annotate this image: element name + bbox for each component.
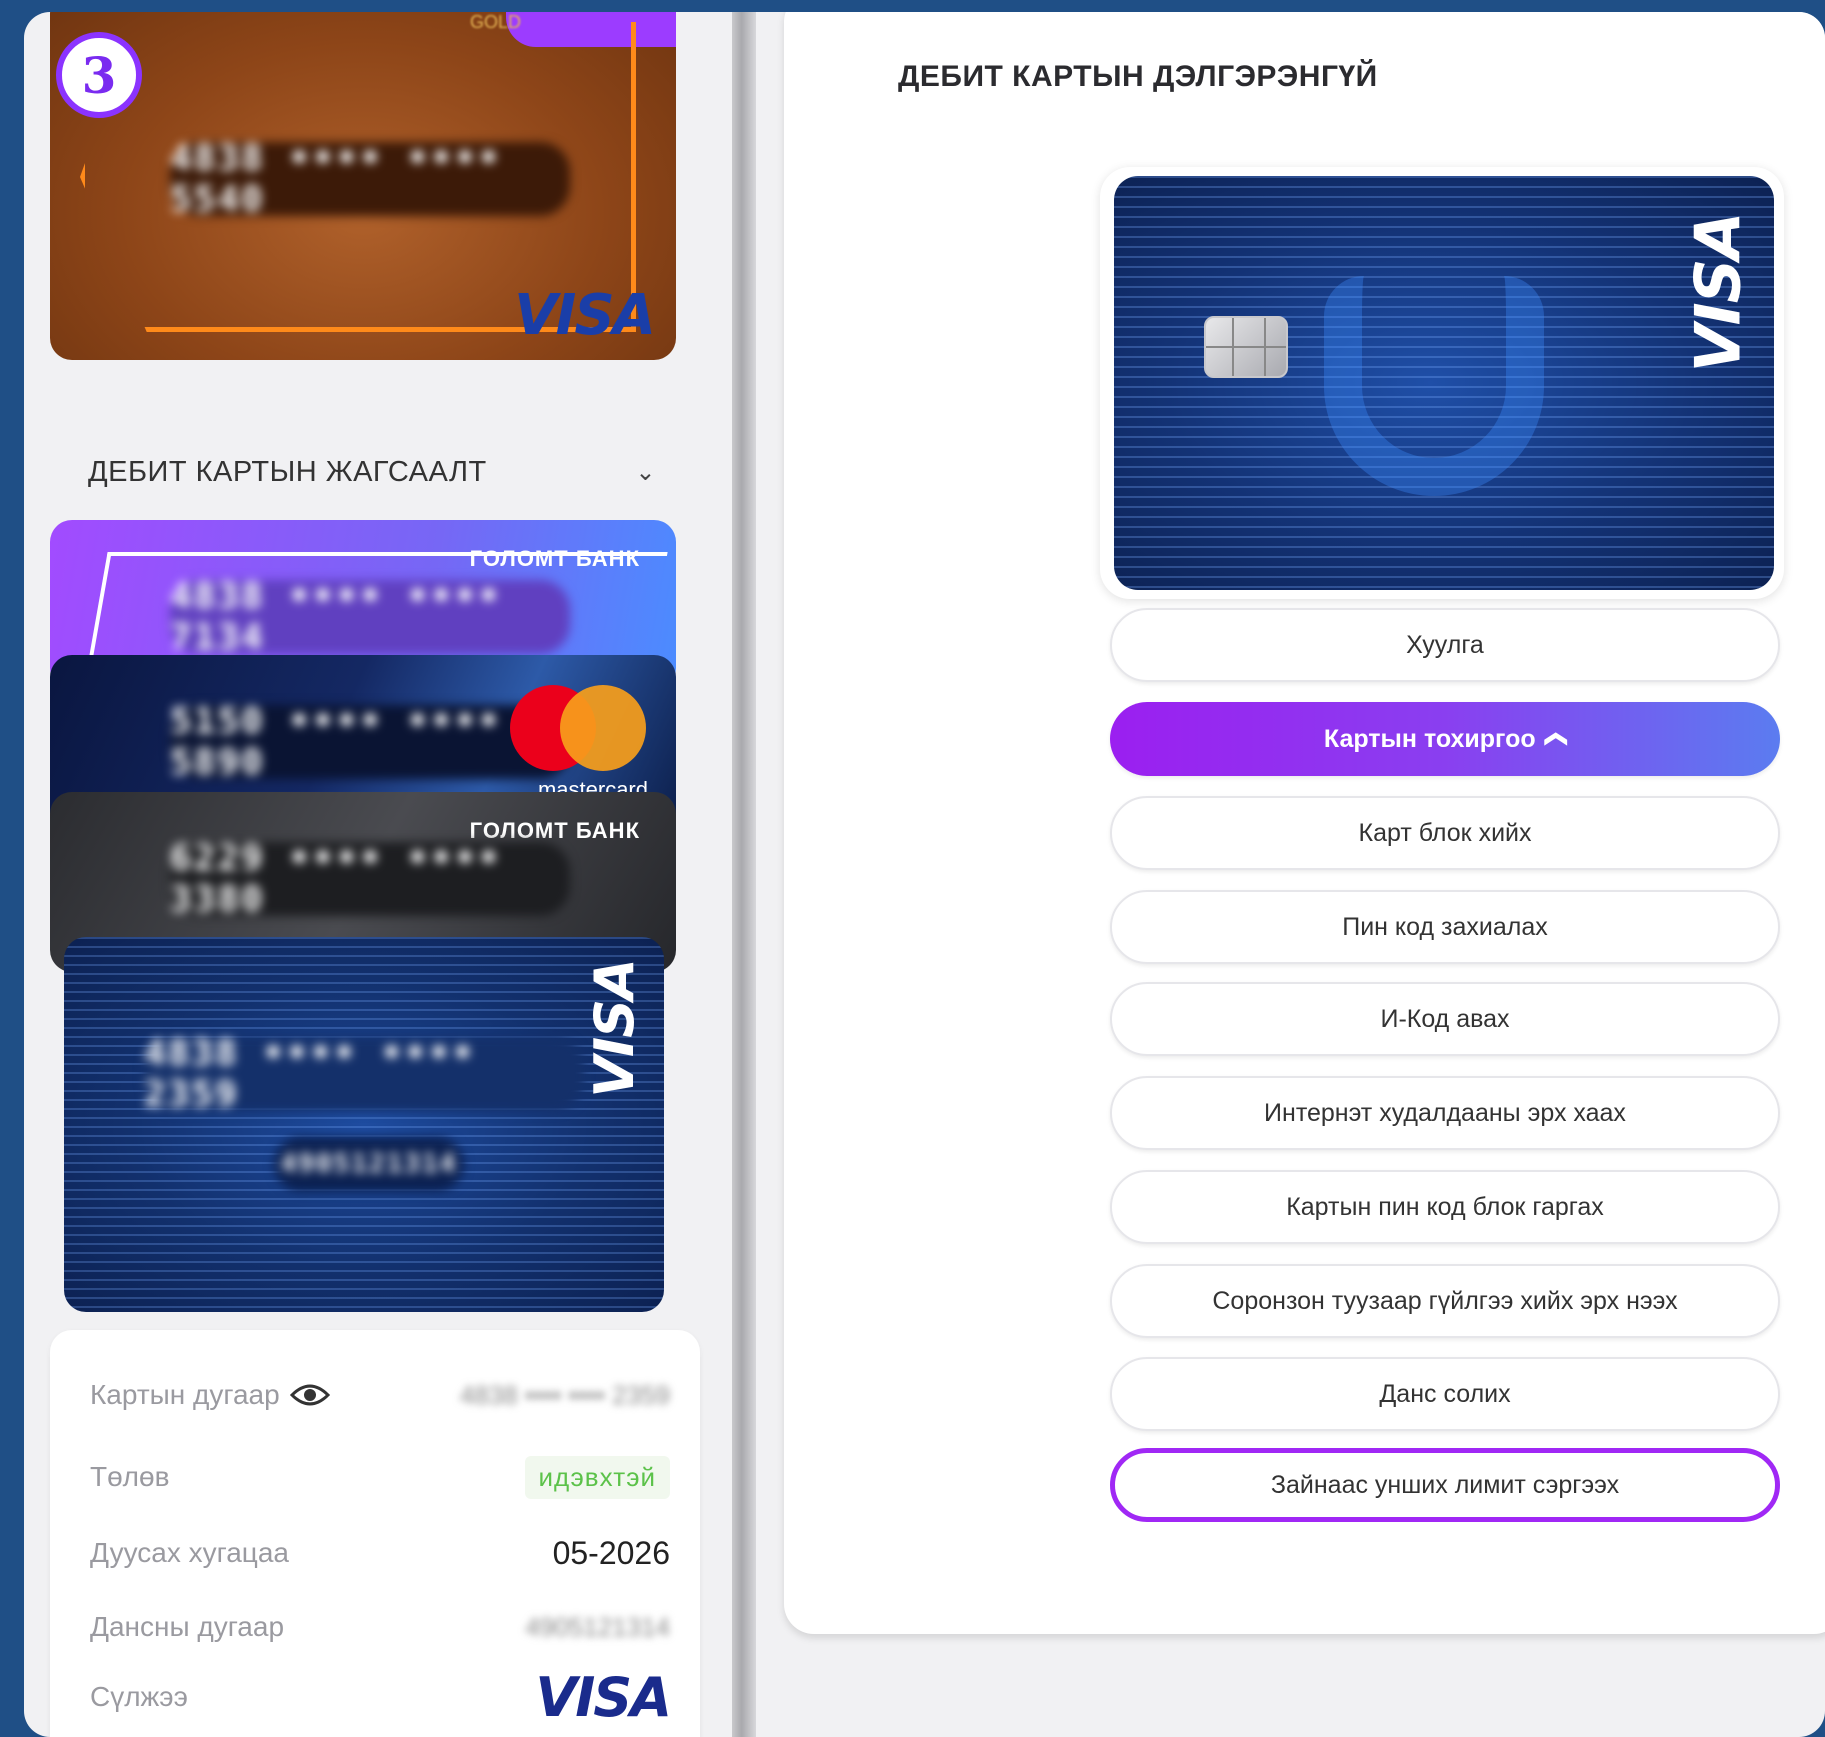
card-preview: VISA [1114,176,1774,590]
expiry-value: 05-2026 [552,1534,670,1571]
account-label: Дансны дугаар [90,1611,285,1642]
status-badge: идэвхтэй [524,1455,670,1499]
card-number: 6229 •••• •••• 3380 [170,838,570,920]
chevron-up-icon: ❮ [1544,729,1570,749]
account-value: 4905121314 [525,1611,670,1642]
debit-card-list-header[interactable]: ДЕБИТ КАРТЫН ЖАГСААЛТ ⌄ [88,442,668,502]
gold-card-number: 4838 •••• •••• 5540 [170,138,570,220]
debit-card-list-title: ДЕБИТ КАРТЫН ЖАГСААЛТ [88,455,487,488]
bank-watermark-icon [1324,276,1544,496]
network-row: Сүлжээ VISA [90,1666,672,1729]
visa-logo: VISA [1681,212,1755,373]
enable-magstripe-button[interactable]: Соронзон туузаар гүйлгээ хийх эрх нээх [1110,1264,1780,1338]
expiry-label: Дуусах хугацаа [90,1537,289,1568]
card-item-blue-selected[interactable]: 4838 •••• •••• 2359 4905121314 VISA [64,937,664,1312]
expiry-row: Дуусах хугацаа 05-2026 [90,1528,670,1578]
account-row: Дансны дугаар 4905121314 [90,1602,670,1652]
order-pin-button[interactable]: Пин код захиалах [1110,890,1780,964]
card-number-label: Картын дугаар [90,1379,280,1410]
page-title: ДЕБИТ КАРТЫН ДЭЛГЭРЭНГҮЙ [898,60,1378,93]
get-ecode-button[interactable]: И-Код авах [1110,982,1780,1056]
block-online-purchase-button[interactable]: Интернэт худалдааны эрх хаах [1110,1076,1780,1150]
gold-card-visa-logo: VISA [514,283,656,348]
change-account-button[interactable]: Данс солих [1110,1357,1780,1431]
block-card-button[interactable]: Карт блок хийх [1110,796,1780,870]
step-badge: 3 [56,32,142,118]
card-number-row: Картын дугаар 4838 •••• •••• 2359 [90,1370,670,1420]
unblock-pin-button[interactable]: Картын пин код блок гаргах [1110,1170,1780,1244]
visa-logo: VISA [535,1665,672,1729]
mastercard-icon [510,685,650,775]
card-info-panel: Картын дугаар 4838 •••• •••• 2359 Төлөв … [50,1330,700,1737]
chip-icon [1204,316,1288,378]
gold-card-logo: GOLD [470,12,522,32]
status-label: Төлөв [90,1461,170,1492]
bank-logo: ГОЛОМТ БАНК [469,546,640,571]
card-number: 4838 •••• •••• 2359 [144,1033,584,1115]
gold-card[interactable]: GOLD 4838 •••• •••• 5540 VISA [50,12,676,360]
chevron-down-icon[interactable]: ⌄ [635,458,656,487]
card-number-value: 4838 •••• •••• 2359 [459,1379,670,1410]
network-label: Сүлжээ [90,1681,188,1712]
card-number: 4838 •••• •••• 7134 [170,576,570,658]
eye-icon[interactable] [289,1381,330,1409]
visa-logo: VISA [583,959,647,1098]
card-settings-button[interactable]: Картын тохиргоо ❮ [1110,702,1780,776]
column-divider [732,12,756,1737]
reset-contactless-limit-button[interactable]: Зайнаас унших лимит сэргээх [1110,1448,1780,1522]
status-row: Төлөв идэвхтэй [90,1452,670,1502]
card-account-number: 4905121314 [274,1137,464,1191]
app-frame: GOLD 4838 •••• •••• 5540 VISA ДЕБИТ КАРТ… [24,12,1825,1737]
statement-button[interactable]: Хуулга [1110,608,1780,682]
